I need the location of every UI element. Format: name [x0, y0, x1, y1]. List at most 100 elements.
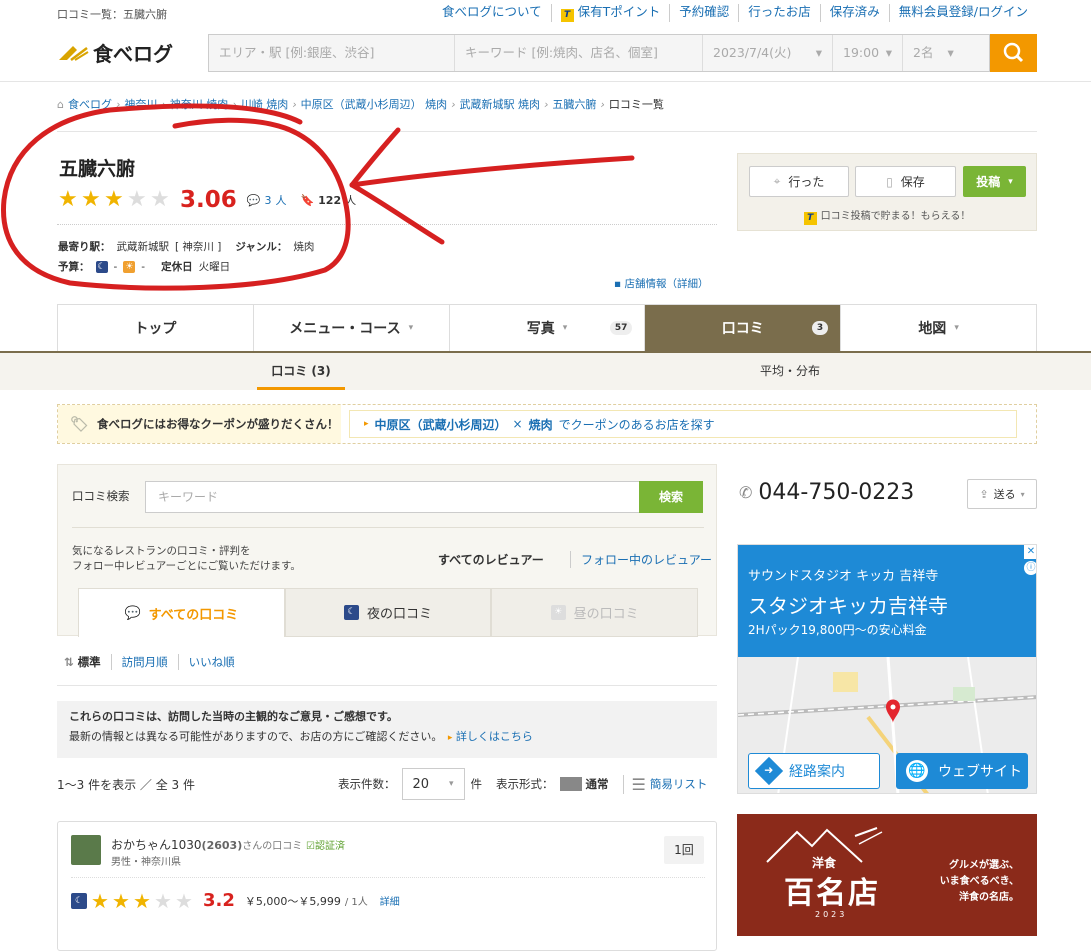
top-bar: 口コミ一覧：五臓六腑 食べログについて T 保有Tポイント 予約確認 行ったお店 … [0, 0, 1091, 24]
coupon-genre[interactable]: 焼肉 [529, 416, 553, 433]
subtab-average[interactable]: 平均・分布 [760, 353, 820, 390]
sort-visit-month[interactable]: 訪問月順 [110, 654, 178, 670]
tab-all-reviews[interactable]: 💬 すべての口コミ [78, 588, 285, 637]
moon-icon: ☾ [95, 260, 108, 273]
main-tabs: トップ メニュー・コース ▾ 写真 ▾ 57 口コミ 3 地図 ▾ [57, 304, 1037, 351]
holiday-value: 火曜日 [198, 261, 231, 273]
pref-link[interactable]: [ 神奈川 ] [175, 239, 221, 254]
coupon-icon: 🏷 [70, 415, 90, 433]
coupon-separator: × [512, 417, 523, 431]
review-count-unit: 人 [275, 194, 287, 207]
tab-day-reviews[interactable]: ☀ 昼の口コミ [491, 588, 699, 637]
followed-reviewers-filter[interactable]: フォロー中のレビュアー [570, 551, 712, 568]
logo[interactable]: 食べログ [57, 38, 173, 67]
breadcrumb-item[interactable]: 五臓六腑 [552, 96, 596, 112]
info-icon[interactable]: ⓘ [1024, 561, 1036, 575]
sort-likes[interactable]: いいね順 [177, 654, 245, 670]
budget-label: 予算： [58, 261, 90, 273]
time-select[interactable]: 19:00 ▾ [833, 35, 903, 71]
review-per-person: / 1人 [344, 897, 368, 908]
send-button[interactable]: ⇪ 送る ▾ [967, 479, 1037, 509]
breadcrumb-item[interactable]: 神奈川 [124, 96, 157, 112]
area-input[interactable]: エリア・駅 [例:銀座、渋谷] [209, 35, 455, 71]
genre-link[interactable]: 焼肉 [293, 239, 314, 254]
comment-icon: 💬 [246, 193, 261, 207]
bookmark-icon: ▯ [886, 174, 893, 189]
tab-night-reviews[interactable]: ☾ 夜の口コミ [284, 588, 492, 637]
review-count[interactable]: 💬 3人 [247, 192, 287, 208]
per-page-select[interactable]: 20 ▾ [401, 768, 465, 800]
divider [57, 224, 717, 225]
tab-map[interactable]: 地図 ▾ [840, 305, 1036, 351]
home-icon: ⌂ [57, 97, 64, 111]
went-button[interactable]: ⌖ 行った [749, 166, 849, 197]
sun-icon: ☀ [550, 605, 566, 620]
keyword-input[interactable]: キーワード [例:焼肉、店名、個室] [455, 35, 703, 71]
breadcrumb: ⌂ 食べログ › 神奈川 › 神奈川 焼肉 › 川崎 焼肉 › 中原区（武蔵小杉周辺） … [57, 96, 664, 112]
website-button[interactable]: 🌐 ウェブサイト [896, 753, 1028, 789]
shop-info-link[interactable]: ▪ 店舗情報（詳細） [614, 276, 708, 291]
coupon-area[interactable]: 中原区（武蔵小杉周辺） [375, 416, 507, 433]
visited-link[interactable]: 行ったお店 [738, 4, 820, 22]
review-filter-desc: 気になるレストランの口コミ・評判を フォロー中レビュアーごとにご覧いただけます。 [72, 545, 301, 572]
sub-tabs: 口コミ (3) 平均・分布 [0, 351, 1091, 390]
close-icon[interactable]: ✕ [1024, 545, 1036, 559]
people-select[interactable]: 2名 ▾ [903, 35, 989, 71]
avatar[interactable] [71, 835, 101, 865]
tab-menu[interactable]: メニュー・コース ▾ [252, 305, 449, 351]
date-select[interactable]: 2023/7/4(火) ▾ [703, 35, 833, 71]
ad-banner-studio[interactable]: サウンドスタジオ キッカ 吉祥寺 スタジオキッカ吉祥寺 2Hパック19,800円… [737, 544, 1037, 794]
tpoint-icon: T [560, 9, 574, 22]
post-button[interactable]: 投稿 ▾ [963, 166, 1026, 197]
tpoint-link[interactable]: T 保有Tポイント [550, 4, 670, 22]
chevron-down-icon: ▾ [1020, 489, 1025, 499]
review-search-button[interactable]: 検索 [639, 481, 703, 513]
login-link[interactable]: 無料会員登録/ログイン [888, 4, 1037, 22]
breadcrumb-item[interactable]: 食べログ [68, 96, 112, 112]
verified-badge: ☑認証済 [306, 841, 346, 852]
review-search-box: 口コミ検索 キーワード 検索 気になるレストランの口コミ・評判を フォロー中レビ… [57, 464, 717, 637]
breadcrumb-item[interactable]: 中原区（武蔵小杉周辺） 焼肉 [301, 96, 448, 112]
sort-standard[interactable]: ⇅ 標準 [64, 654, 111, 670]
tab-reviews[interactable]: 口コミ 3 [644, 305, 841, 351]
reviewer-name[interactable]: おかちゃん1030(2603)さんの口コミ ☑認証済 [111, 836, 345, 853]
coupon-intro: 🏷 食べログにはお得なクーポンが盛りだくさん！ [58, 405, 341, 443]
budget-day: - [141, 260, 146, 273]
reservation-link[interactable]: 予約確認 [669, 4, 738, 22]
review-count-badge: 3 [811, 321, 829, 335]
chevron-down-icon: ▾ [408, 323, 414, 333]
notice-link[interactable]: 詳しくはこちら [456, 730, 533, 743]
saved-count-value: 122 [318, 193, 342, 207]
format-normal[interactable]: 通常 [559, 776, 609, 792]
station-link[interactable]: 武蔵新城駅 [117, 239, 170, 254]
review-count-value[interactable]: 3 [264, 194, 271, 207]
ad-banner-hyakumeiten[interactable]: 洋食 百名店 2023 グルメが選ぶ、 いま食べるべき、 洋食の名店。 [737, 814, 1037, 936]
save-button[interactable]: ▯ 保存 [855, 166, 956, 197]
tab-photos[interactable]: 写真 ▾ 57 [448, 305, 645, 351]
coupon-search-link[interactable]: ▸ 中原区（武蔵小杉周辺） × 焼肉 でクーポンのあるお店を探す [349, 410, 1017, 438]
all-reviewers-filter[interactable]: すべてのレビュアー [438, 551, 544, 568]
logo-icon [59, 45, 89, 61]
about-link[interactable]: 食べログについて [433, 4, 551, 22]
ad-text-2: スタジオキッカ吉祥寺 [748, 594, 948, 618]
tab-top[interactable]: トップ [58, 305, 253, 351]
post-note[interactable]: T 口コミ投稿で貯まる！もらえる！ [738, 207, 1036, 225]
review-notice: これらの口コミは、訪問した当時の主観的なご意見・ご感想です。 最新の情報とは異な… [57, 701, 717, 758]
review-detail-link[interactable]: 詳細 [380, 893, 400, 908]
format-simple[interactable]: ☰ 簡易リスト [622, 774, 707, 794]
review-search-input[interactable]: キーワード [145, 481, 640, 513]
search-bar: エリア・駅 [例:銀座、渋谷] キーワード [例:焼肉、店名、個室] 2023/… [208, 34, 990, 72]
search-button[interactable] [990, 34, 1037, 72]
coupon-suffix[interactable]: でクーポンのあるお店を探す [559, 416, 715, 433]
star-icon: ★ [58, 187, 78, 212]
breadcrumb-item[interactable]: 神奈川 焼肉 [170, 96, 229, 112]
saved-link[interactable]: 保存済み [819, 4, 889, 22]
route-button[interactable]: ➜ 経路案内 [748, 753, 880, 789]
list-icon: ☰ [631, 774, 646, 794]
divider [57, 131, 1037, 132]
breadcrumb-item[interactable]: 川崎 焼肉 [241, 96, 289, 112]
breadcrumb-item[interactable]: 武蔵新城駅 焼肉 [460, 96, 541, 112]
subtab-reviews[interactable]: 口コミ (3) [257, 353, 345, 390]
chat-icon: 💬 [124, 605, 141, 621]
notice-title: これらの口コミは、訪問した当時の主観的なご意見・ご感想です。 [69, 710, 398, 723]
